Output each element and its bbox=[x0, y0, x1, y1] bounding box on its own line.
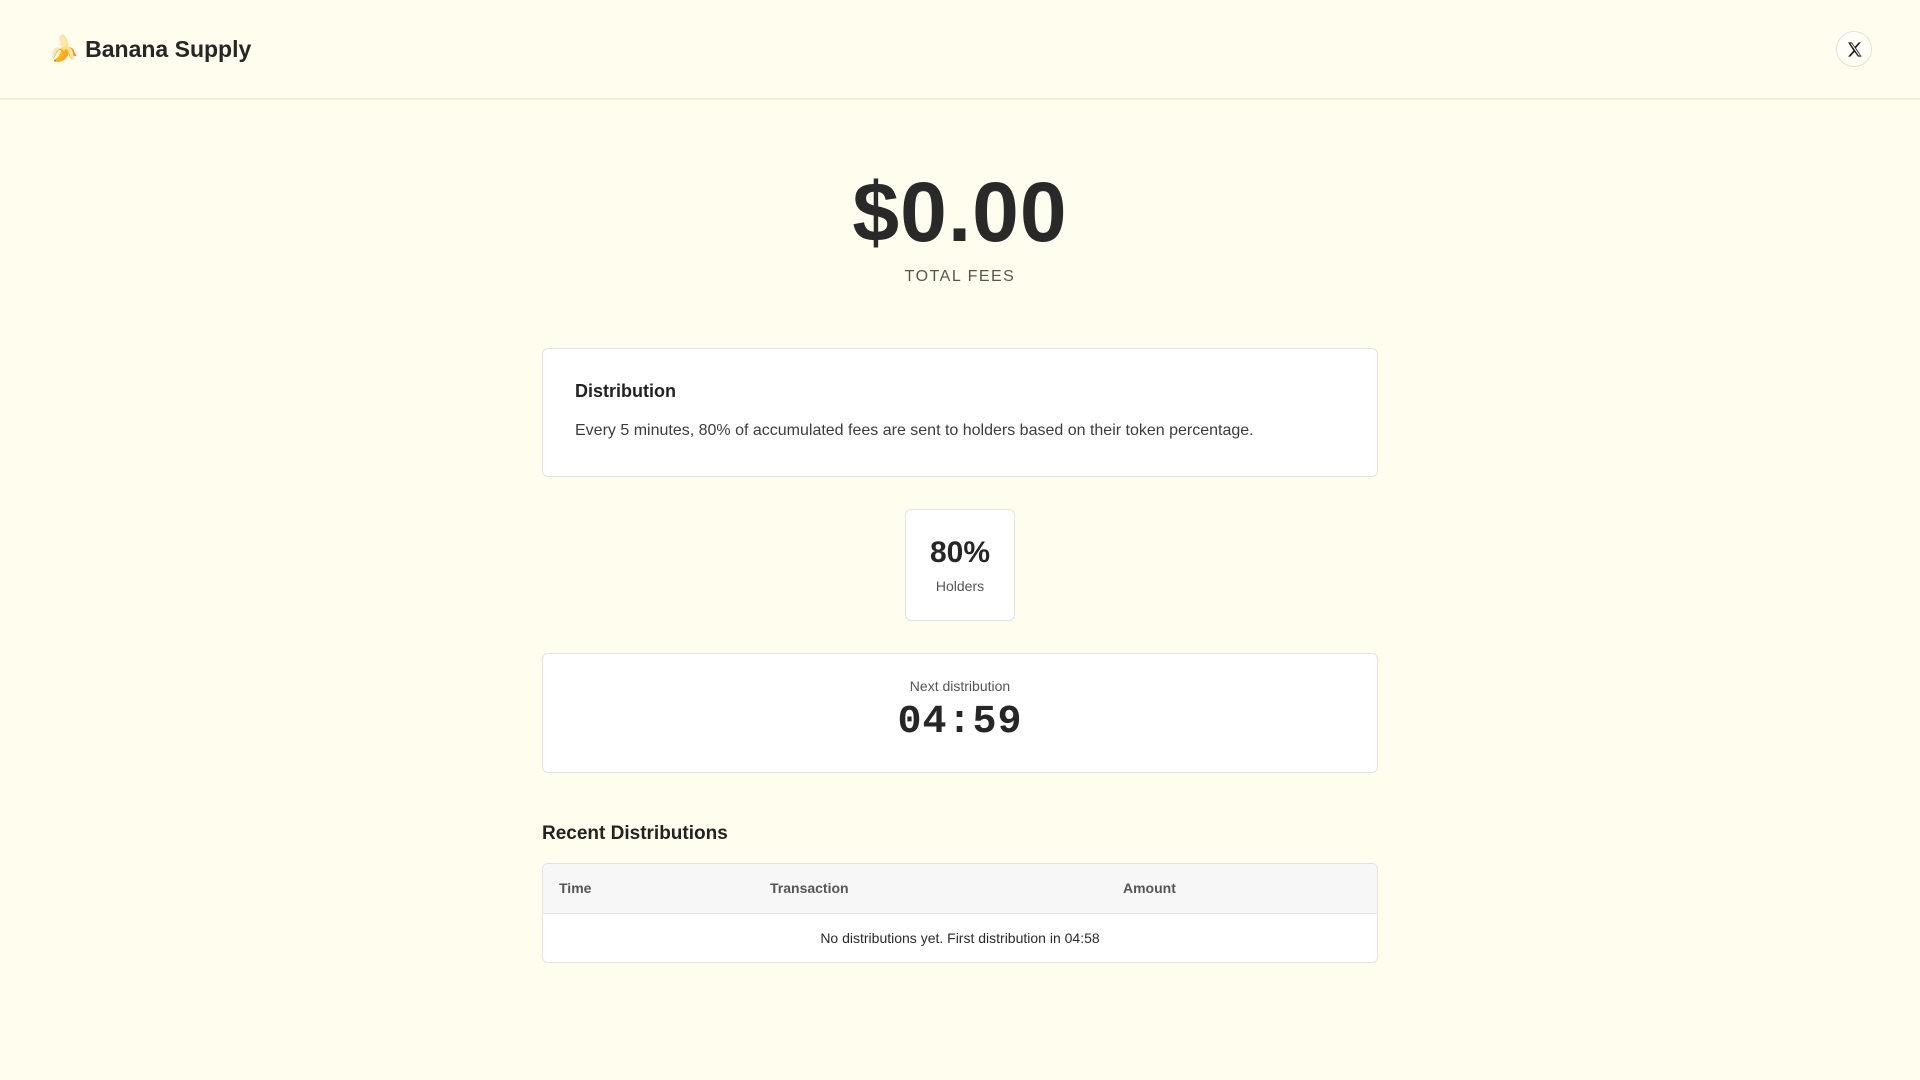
recent-distributions-title: Recent Distributions bbox=[542, 823, 728, 844]
total-fees-section: $0.00 TOTAL FEES bbox=[542, 164, 1378, 286]
table-row: No distributions yet. First distribution… bbox=[543, 913, 1377, 962]
distribution-card: Distribution Every 5 minutes, 80% of acc… bbox=[542, 348, 1378, 477]
recent-distributions-table: Time Transaction Amount No distributions… bbox=[542, 863, 1378, 963]
distribution-description: Every 5 minutes, 80% of accumulated fees… bbox=[575, 422, 1254, 439]
main-content: $0.00 TOTAL FEES Distribution Every 5 mi… bbox=[542, 100, 1378, 963]
countdown-timer: 04:59 bbox=[897, 700, 1023, 745]
total-fees-label: TOTAL FEES bbox=[904, 268, 1016, 285]
x-logo-icon bbox=[1847, 41, 1862, 57]
empty-state-message: No distributions yet. First distribution… bbox=[820, 929, 1100, 946]
top-header: 🍌 Banana Supply bbox=[0, 0, 1920, 100]
next-distribution-card: Next distribution 04:59 bbox=[542, 653, 1378, 773]
x-social-button[interactable] bbox=[1836, 31, 1872, 67]
holders-stat-card: 80% Holders bbox=[905, 509, 1015, 621]
next-distribution-label: Next distribution bbox=[909, 678, 1011, 694]
stat-row: 80% Holders bbox=[542, 509, 1378, 621]
distribution-title: Distribution bbox=[575, 381, 676, 401]
total-fees-amount: $0.00 bbox=[852, 165, 1068, 259]
banana-logo-icon: 🍌 bbox=[48, 34, 80, 63]
brand-name: Banana Supply bbox=[85, 35, 252, 62]
holders-percentage: 80% bbox=[929, 536, 991, 569]
column-header-transaction: Transaction bbox=[754, 864, 1107, 914]
column-header-amount: Amount bbox=[1107, 864, 1377, 914]
table-header-row: Time Transaction Amount bbox=[543, 864, 1377, 914]
column-header-time: Time bbox=[543, 864, 754, 914]
brand[interactable]: 🍌 Banana Supply bbox=[48, 36, 251, 63]
holders-label: Holders bbox=[935, 578, 985, 594]
